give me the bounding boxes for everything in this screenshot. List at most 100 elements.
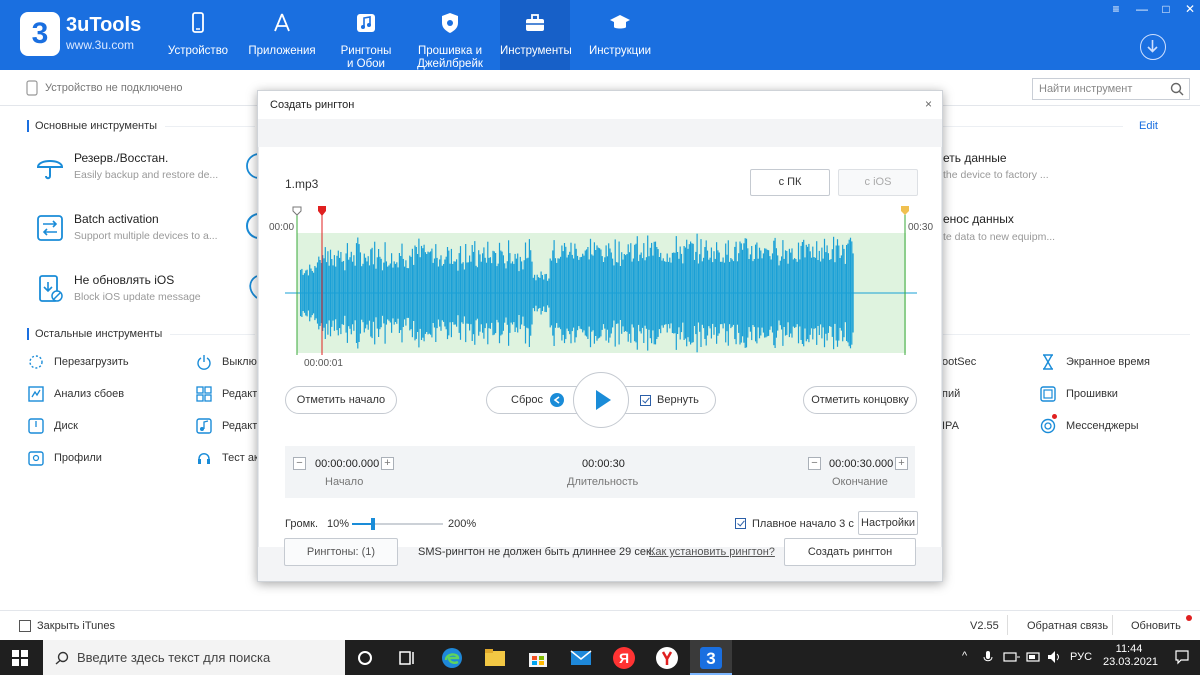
- mark-end-button[interactable]: Отметить концовку: [803, 386, 917, 414]
- waveform-bar: [374, 241, 376, 345]
- yandex-icon[interactable]: Я: [612, 646, 636, 670]
- minimize-button[interactable]: —: [1132, 2, 1152, 16]
- start-plus-button[interactable]: +: [381, 457, 394, 470]
- tool-factory-reset-title[interactable]: еть данные: [943, 151, 1007, 165]
- waveform-bar: [743, 243, 745, 343]
- clock[interactable]: 11:44 23.03.2021: [1103, 643, 1158, 669]
- search-icon[interactable]: [1170, 82, 1184, 96]
- end-minus-button[interactable]: −: [808, 457, 821, 470]
- waveform-bar: [667, 261, 670, 325]
- end-handle-icon[interactable]: [901, 206, 909, 215]
- tool-partial-3[interactable]: IPA: [942, 420, 959, 440]
- waveform-bar: [640, 252, 642, 334]
- close-button[interactable]: ✕: [1180, 2, 1200, 16]
- end-time-value[interactable]: 00:00:30.000: [829, 458, 893, 470]
- ringtones-count-button[interactable]: Рингтоны: (1): [284, 538, 398, 566]
- waveform-bar: [748, 259, 750, 328]
- file-explorer-icon[interactable]: [483, 646, 507, 670]
- tool-search-input[interactable]: Найти инструмент: [1032, 78, 1190, 100]
- waveform-bar: [378, 249, 380, 337]
- clock-time: 11:44: [1115, 643, 1143, 655]
- create-ringtone-button[interactable]: Создать рингтон: [784, 538, 916, 566]
- volume-slider-track[interactable]: [352, 518, 443, 530]
- waveform-bar: [719, 261, 722, 325]
- mark-start-button[interactable]: Отметить начало: [285, 386, 397, 414]
- settings-button[interactable]: Настройки: [858, 511, 918, 535]
- notifications-icon[interactable]: [1174, 649, 1190, 665]
- tool-label: Анализ сбоев: [54, 388, 125, 400]
- nav-tutorials[interactable]: Инструкции: [580, 0, 660, 70]
- nav-ringtones[interactable]: Рингтоны и Обои: [326, 0, 406, 70]
- waveform-bar: [657, 249, 659, 337]
- waveform-editor[interactable]: [259, 203, 943, 371]
- tool-data-migration-title[interactable]: енос данных: [943, 212, 1014, 226]
- nav-device[interactable]: Устройство: [158, 0, 238, 70]
- waveform-bar: [649, 247, 651, 339]
- reset-button[interactable]: Сброс: [511, 394, 543, 406]
- from-pc-button[interactable]: с ПК: [750, 169, 830, 196]
- yandex-browser-icon[interactable]: [655, 646, 679, 670]
- start-minus-button[interactable]: −: [293, 457, 306, 470]
- tool-backup-restore[interactable]: Резерв./Восстан. Easily backup and resto…: [36, 151, 266, 195]
- return-checkbox[interactable]: [640, 395, 651, 406]
- waveform-bar: [419, 257, 421, 329]
- tool-batch-activation[interactable]: Batch activation Support multiple device…: [36, 212, 266, 256]
- volume-icon[interactable]: [1047, 650, 1063, 664]
- volume-slider-thumb[interactable]: [370, 518, 375, 530]
- waveform-bar: [751, 246, 753, 341]
- play-icon: [596, 390, 611, 410]
- start-handle-icon[interactable]: [292, 206, 302, 216]
- fade-in-checkbox[interactable]: [735, 518, 746, 529]
- close-itunes-checkbox[interactable]: [19, 620, 31, 632]
- mail-icon[interactable]: [569, 646, 593, 670]
- umbrella-icon: [36, 160, 64, 180]
- microphone-icon[interactable]: [982, 650, 994, 664]
- playhead-handle-icon[interactable]: [318, 206, 326, 216]
- waveform-bar: [392, 267, 394, 319]
- windows-start-icon[interactable]: [12, 650, 28, 666]
- start-time-value[interactable]: 00:00:00.000: [315, 458, 379, 470]
- waveform-bar: [471, 245, 473, 341]
- cortana-icon[interactable]: [353, 646, 377, 670]
- waveform-bar: [683, 246, 685, 340]
- nav-apps[interactable]: Приложения: [242, 0, 322, 70]
- waveform-bar: [388, 265, 390, 321]
- waveform-bar: [809, 251, 811, 335]
- how-to-install-link[interactable]: Как установить рингтон?: [649, 546, 775, 558]
- waveform-bar: [593, 242, 595, 344]
- waveform-bar: [314, 266, 316, 321]
- reset-icon[interactable]: [550, 393, 564, 407]
- dialog-close-button[interactable]: ×: [925, 97, 932, 111]
- waveform-bar: [445, 256, 447, 330]
- store-icon[interactable]: [526, 646, 550, 670]
- tray-expand-icon[interactable]: ^: [962, 650, 967, 662]
- tool-label: пий: [942, 388, 961, 400]
- end-plus-button[interactable]: +: [895, 457, 908, 470]
- task-view-icon[interactable]: [395, 646, 419, 670]
- feedback-link[interactable]: Обратная связь: [1027, 620, 1108, 632]
- tool-partial-1[interactable]: ootSec: [942, 356, 976, 376]
- edge-browser-icon[interactable]: [440, 646, 464, 670]
- 3utools-taskbar-icon[interactable]: 3: [699, 646, 723, 670]
- battery-icon[interactable]: [1026, 650, 1042, 664]
- edit-link[interactable]: Edit: [1139, 120, 1158, 132]
- update-link[interactable]: Обновить: [1131, 620, 1181, 632]
- waveform-bar: [787, 263, 789, 323]
- menu-button[interactable]: ≡: [1106, 2, 1126, 16]
- waveform-bar: [393, 261, 395, 325]
- taskbar-search-input[interactable]: Введите здесь текст для поиска: [43, 640, 345, 675]
- nav-firmware[interactable]: Прошивка и Джейлбрейк: [410, 0, 490, 70]
- tool-block-ios-update[interactable]: Не обновлять iOS Block iOS update messag…: [36, 273, 266, 317]
- nav-tools[interactable]: Инструменты: [500, 0, 572, 70]
- from-ios-button[interactable]: с iOS: [838, 169, 918, 196]
- keyboard-language[interactable]: РУС: [1070, 651, 1092, 663]
- waveform-bar: [541, 275, 543, 311]
- play-button[interactable]: [573, 372, 629, 428]
- waveform-bar: [355, 243, 358, 343]
- tool-partial-2[interactable]: пий: [942, 388, 960, 408]
- maximize-button[interactable]: □: [1156, 2, 1176, 16]
- waveform-bar: [597, 247, 599, 339]
- network-icon[interactable]: [1003, 651, 1021, 663]
- waveform-bar: [543, 279, 545, 307]
- download-icon[interactable]: [1140, 34, 1166, 60]
